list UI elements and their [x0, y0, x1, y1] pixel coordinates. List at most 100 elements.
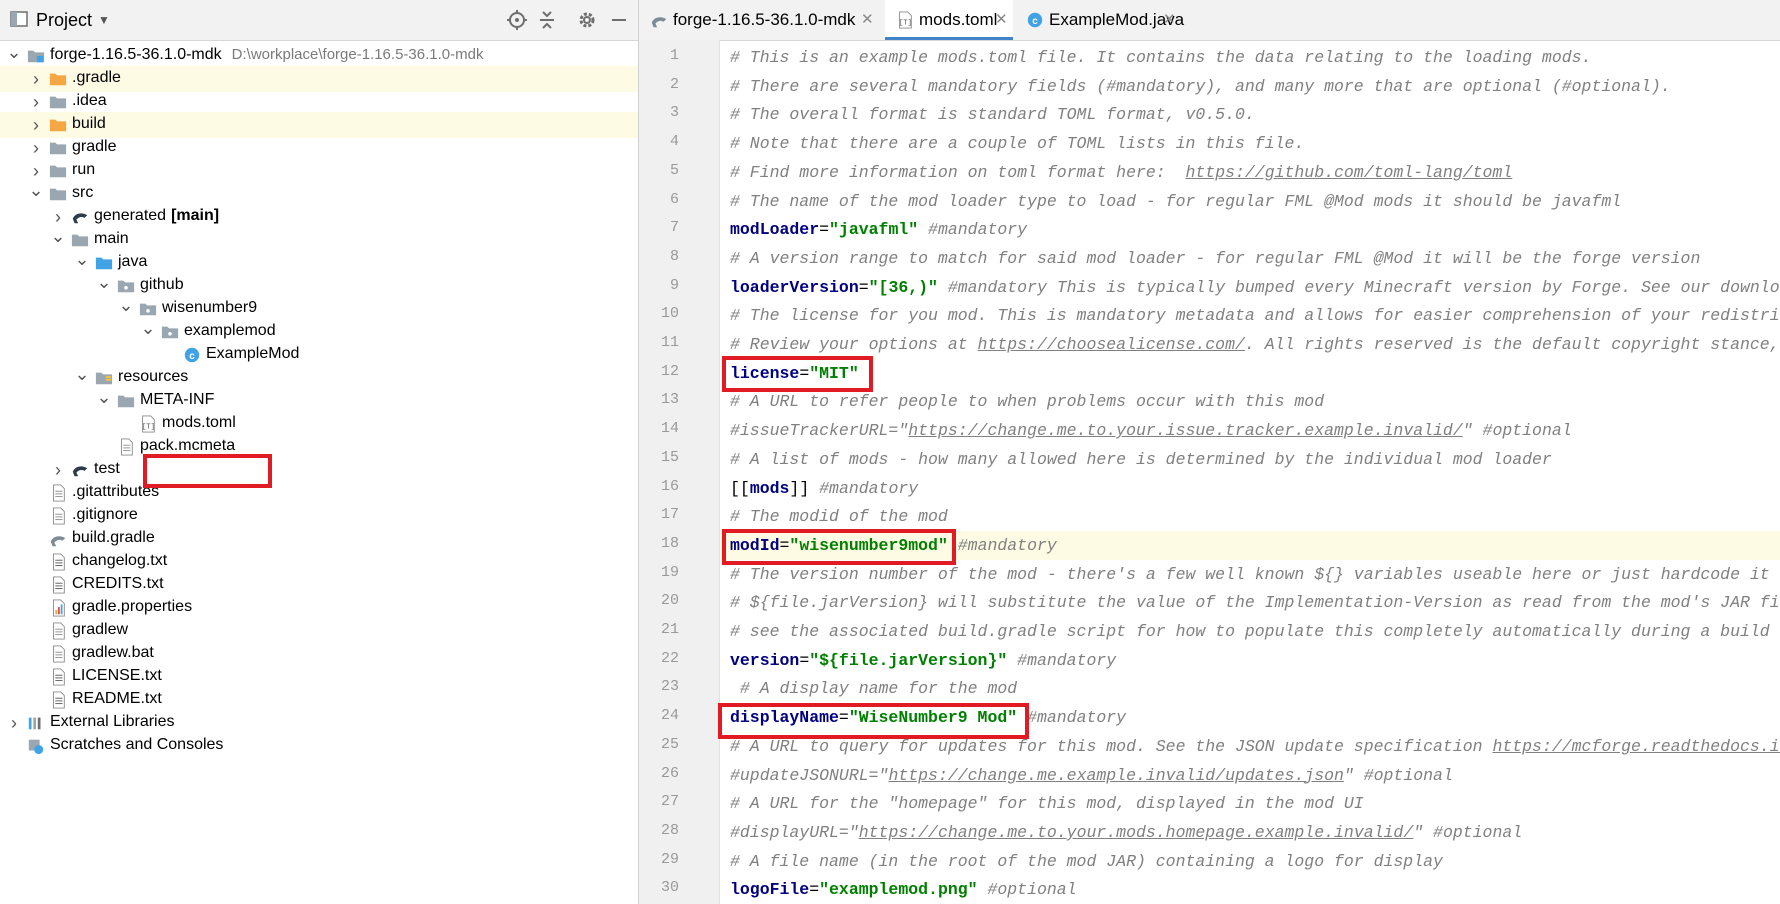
tree-item-label: run	[72, 161, 96, 178]
chevron-right-icon[interactable]: ›	[28, 91, 44, 113]
locate-file-icon[interactable]	[506, 9, 528, 31]
toml-comment: # A URL for the "homepage" for this mod,…	[730, 794, 1364, 814]
code-line[interactable]: # This is an example mods.toml file. It …	[720, 43, 1780, 72]
chevron-down-icon[interactable]: ⌄	[50, 227, 66, 251]
chevron-right-icon[interactable]: ›	[50, 206, 66, 228]
chevron-down-icon[interactable]: ⌄	[118, 296, 134, 320]
toml-punct: =	[838, 708, 849, 728]
chevron-down-icon[interactable]: ⌄	[74, 250, 90, 274]
code-line[interactable]: # The version number of the mod - there'…	[720, 560, 1780, 589]
toml-key: modLoader	[730, 220, 820, 240]
resources-folder-icon	[94, 369, 114, 387]
code-line[interactable]: version="${file.jarVersion}" #mandatory	[720, 646, 1780, 675]
toml-comment: # This is an example mods.toml file. It …	[730, 48, 1592, 67]
code-line[interactable]: # The overall format is standard TOML fo…	[720, 100, 1780, 129]
code-line[interactable]: #updateJSONURL="https://change.me.exampl…	[720, 761, 1780, 790]
code-line[interactable]: # The license for you mod. This is manda…	[720, 301, 1780, 330]
code-line[interactable]: # A file name (in the root of the mod JA…	[720, 847, 1780, 876]
code-line[interactable]: # Note that there are a couple of TOML l…	[720, 129, 1780, 158]
code-line[interactable]: displayName="WiseNumber9 Mod" #mandatory	[720, 703, 1780, 732]
chevron-right-icon[interactable]: ›	[28, 114, 44, 136]
toml-comment: # Review your options at	[730, 335, 978, 354]
chevron-down-icon[interactable]: ⌄	[6, 43, 22, 67]
code-line[interactable]: #displayURL="https://change.me.to.your.m…	[720, 818, 1780, 847]
line-number: 30	[660, 879, 679, 897]
collapse-all-icon[interactable]	[536, 9, 558, 31]
file-icon	[116, 438, 136, 456]
tree-item-label: wisenumber9	[162, 299, 258, 316]
code-line[interactable]: #issueTrackerURL="https://change.me.to.y…	[720, 416, 1780, 445]
comment-link[interactable]: https://mcforge.readthedocs.io/en/latest…	[1492, 737, 1780, 756]
code-line[interactable]: license="MIT"	[720, 359, 1780, 388]
toml-comment: # A file name (in the root of the mod JA…	[730, 851, 1443, 871]
chevron-right-icon[interactable]: ›	[28, 160, 44, 182]
hide-panel-icon[interactable]	[608, 9, 630, 31]
code-view[interactable]: # This is an example mods.toml file. It …	[720, 40, 1780, 904]
chevron-right-icon[interactable]: ›	[6, 712, 22, 734]
line-number: 2	[669, 75, 679, 93]
chevron-right-icon[interactable]: ›	[28, 68, 44, 90]
chevron-down-icon[interactable]: ⌄	[28, 181, 44, 205]
close-icon[interactable]: ✕	[1163, 10, 1176, 28]
package-icon	[116, 277, 136, 295]
code-line[interactable]: # There are several mandatory fields (#m…	[720, 72, 1780, 101]
code-line[interactable]: modId="wisenumber9mod" #mandatory	[720, 530, 1780, 560]
comment-link[interactable]: https://github.com/toml-lang/toml	[1185, 163, 1512, 182]
comment-link[interactable]: https://change.me.example.invalid/update…	[888, 766, 1343, 785]
line-number: 27	[660, 793, 679, 811]
line-number: 24	[660, 707, 679, 725]
tree-item[interactable]: Scratches and Consoles	[0, 733, 638, 759]
chevron-down-icon[interactable]: ⌄	[96, 388, 112, 412]
comment-link[interactable]: https://choosealicense.com/	[978, 335, 1245, 354]
code-line[interactable]: modLoader="javafml" #mandatory	[720, 215, 1780, 244]
code-line[interactable]: # The modid of the mod	[720, 502, 1780, 531]
toml-comment: #issueTrackerURL="	[730, 421, 909, 441]
editor-tab[interactable]: forge-1.16.5-36.1.0-mdk ✕	[639, 0, 879, 40]
comment-link[interactable]: https://change.me.to.your.issue.tracker.…	[908, 421, 1463, 440]
chevron-down-icon[interactable]: ⌄	[74, 365, 90, 389]
code-line[interactable]: logoFile="examplemod.png" #optional	[720, 875, 1780, 904]
line-number: 14	[660, 420, 679, 438]
code-line[interactable]: # A version range to match for said mod …	[720, 244, 1780, 273]
project-view-selector[interactable]: Project	[36, 10, 92, 31]
editor-tab[interactable]: [T] mods.toml ✕	[885, 0, 1013, 40]
line-number: 10	[660, 305, 679, 323]
file-icon	[48, 507, 68, 525]
tree-item-label: resources	[118, 368, 189, 385]
toml-comment: #mandatory	[1017, 708, 1127, 728]
chevron-down-icon[interactable]: ⌄	[140, 319, 156, 343]
code-line[interactable]: # see the associated build.gradle script…	[720, 617, 1780, 646]
module-icon	[26, 47, 46, 65]
tree-item-label: ExampleMod	[206, 345, 300, 362]
close-icon[interactable]: ✕	[861, 10, 874, 28]
tree-item-label: java	[118, 253, 148, 270]
gear-icon[interactable]	[576, 9, 598, 31]
tree-item-label: forge-1.16.5-36.1.0-mdk	[50, 46, 222, 63]
toml-comment: # The version number of the mod - there'…	[730, 564, 1770, 584]
code-line[interactable]: # A URL to refer people to when problems…	[720, 387, 1780, 416]
code-line[interactable]: # Find more information on toml format h…	[720, 158, 1780, 187]
code-line[interactable]: # A display name for the mod	[720, 674, 1780, 703]
toml-key: loaderVersion	[730, 277, 859, 297]
tree-item-label: gradlew.bat	[72, 644, 154, 661]
code-line[interactable]: # ${file.jarVersion} will substitute the…	[720, 588, 1780, 617]
toml-comment: # The license for you mod. This is manda…	[730, 306, 1780, 326]
editor-tab[interactable]: c ExampleMod.java ✕	[1015, 0, 1184, 40]
chevron-right-icon[interactable]: ›	[28, 137, 44, 159]
chevron-down-icon[interactable]: ⌄	[96, 273, 112, 297]
code-line[interactable]: # Review your options at https://choosea…	[720, 330, 1780, 359]
close-icon[interactable]: ✕	[995, 10, 1008, 28]
code-line[interactable]: [[mods]] #mandatory	[720, 474, 1780, 503]
chevron-right-icon[interactable]: ›	[50, 459, 66, 481]
code-line[interactable]: # A list of mods - how many allowed here…	[720, 445, 1780, 474]
code-line[interactable]: # A URL for the "homepage" for this mod,…	[720, 789, 1780, 818]
text-file-icon	[48, 576, 68, 594]
chevron-down-icon[interactable]: ▼	[98, 13, 110, 27]
toml-key: version	[730, 650, 800, 670]
comment-link[interactable]: https://change.me.to.your.mods.homepage.…	[859, 823, 1414, 842]
code-line[interactable]: # The name of the mod loader type to loa…	[720, 187, 1780, 216]
tree-item-label: pack.mcmeta	[140, 437, 236, 454]
code-line[interactable]: # A URL to query for updates for this mo…	[720, 732, 1780, 761]
code-line[interactable]: loaderVersion="[36,)" #mandatory This is…	[720, 273, 1780, 302]
toml-comment: # A URL to refer people to when problems…	[730, 392, 1325, 412]
